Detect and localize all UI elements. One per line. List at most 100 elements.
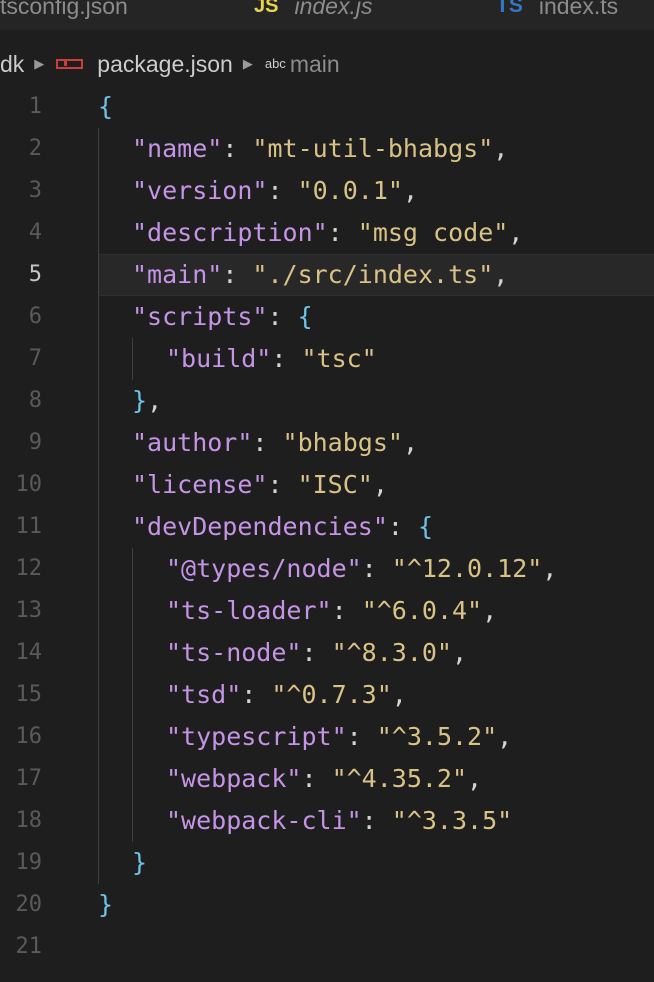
code-line[interactable]: 12 "@types/node": "^12.0.12", xyxy=(0,548,654,590)
code-token: { xyxy=(297,302,313,331)
code-text: "webpack": "^4.35.2", xyxy=(166,758,482,800)
code-editor[interactable]: 1{2 "name": "mt-util-bhabgs", 3 "version": … xyxy=(0,86,654,968)
code-line[interactable]: 15 "tsd": "^0.7.3", xyxy=(0,674,654,716)
code-token: , xyxy=(402,176,418,205)
code-token: "^4.35.2" xyxy=(331,764,468,793)
indent-guide xyxy=(98,464,99,506)
code-token: : xyxy=(252,428,283,457)
code-text: "description": "msg code", xyxy=(132,212,523,254)
indent-guide xyxy=(98,590,99,632)
line-number: 2 xyxy=(28,136,42,161)
code-token: "@types/node" xyxy=(166,554,362,583)
line-number: 8 xyxy=(28,388,42,413)
chevron-right-icon: ▶ xyxy=(34,56,45,71)
code-text: "main": "./src/index.ts", xyxy=(132,254,508,296)
code-line[interactable]: 20} xyxy=(0,884,654,926)
code-text: "@types/node": "^12.0.12", xyxy=(166,548,557,590)
code-token: "bhabgs" xyxy=(282,428,403,457)
line-number: 21 xyxy=(15,934,43,959)
code-token: "0.0.1" xyxy=(297,176,403,205)
code-line[interactable]: 17 "webpack": "^4.35.2", xyxy=(0,758,654,800)
code-line[interactable]: 9 "author": "bhabgs", xyxy=(0,422,654,464)
tab-index-ts[interactable]: TS index.ts xyxy=(496,0,618,24)
code-line[interactable]: 21 xyxy=(0,926,654,968)
code-text: "version": "0.0.1", xyxy=(132,170,418,212)
code-text: "ts-node": "^8.3.0", xyxy=(166,632,467,674)
code-token: , xyxy=(493,134,509,163)
code-token: { xyxy=(98,92,114,121)
line-number: 20 xyxy=(15,892,43,917)
code-token: : xyxy=(361,554,392,583)
indent-guide xyxy=(98,506,99,548)
code-line[interactable]: 6 "scripts": { xyxy=(0,296,654,338)
code-token: "typescript" xyxy=(166,722,347,751)
code-token: "devDependencies" xyxy=(132,512,388,541)
code-line[interactable]: 11 "devDependencies": { xyxy=(0,506,654,548)
code-text: }, xyxy=(132,380,162,422)
code-text: "scripts": { xyxy=(132,296,313,338)
code-token: : xyxy=(222,134,253,163)
indent-guide xyxy=(98,254,99,296)
indent-guide xyxy=(98,842,99,884)
code-text: "webpack-cli": "^3.3.5" xyxy=(166,800,512,842)
indent-guide xyxy=(98,800,99,842)
indent-guide xyxy=(132,758,133,800)
code-text: } xyxy=(132,842,147,884)
code-token: , xyxy=(147,386,163,415)
code-token: "main" xyxy=(132,260,223,289)
code-text: "license": "ISC", xyxy=(132,464,388,506)
code-token: , xyxy=(542,554,558,583)
code-text: { xyxy=(98,86,113,128)
code-line[interactable]: 13 "ts-loader": "^6.0.4", xyxy=(0,590,654,632)
code-line[interactable]: 16 "typescript": "^3.5.2", xyxy=(0,716,654,758)
code-line[interactable]: 10 "license": "ISC", xyxy=(0,464,654,506)
code-token: : xyxy=(387,512,418,541)
code-token: "description" xyxy=(132,218,328,247)
code-token: : xyxy=(346,722,377,751)
indent-guide xyxy=(98,338,99,380)
indent-guide xyxy=(98,758,99,800)
indent-guide xyxy=(98,548,99,590)
code-line[interactable]: 3 "version": "0.0.1", xyxy=(0,170,654,212)
code-line[interactable]: 7 "build": "tsc" xyxy=(0,338,654,380)
breadcrumb-symbol[interactable]: main xyxy=(290,51,340,78)
indent-guide xyxy=(98,674,99,716)
line-number: 9 xyxy=(28,430,42,455)
indent-guide xyxy=(98,296,99,338)
code-token: { xyxy=(417,512,434,541)
code-text: "build": "tsc" xyxy=(166,338,377,380)
code-line[interactable]: 18 "webpack-cli": "^3.3.5" xyxy=(0,800,654,842)
code-line[interactable]: 4 "description": "msg code", xyxy=(0,212,654,254)
code-line[interactable]: 5 "main": "./src/index.ts", xyxy=(0,254,654,296)
breadcrumb-file[interactable]: package.json xyxy=(97,51,233,78)
code-token: : xyxy=(301,638,332,667)
code-token: "mt-util-bhabgs" xyxy=(252,134,494,163)
tab-tsconfig[interactable]: tsconfig.json xyxy=(0,0,128,24)
code-line[interactable]: 19} xyxy=(0,842,654,884)
line-number: 13 xyxy=(15,598,43,623)
code-token: , xyxy=(508,218,524,247)
tab-label: index.ts xyxy=(538,0,619,19)
code-line[interactable]: 2 "name": "mt-util-bhabgs", xyxy=(0,128,654,170)
string-symbol-icon: abc xyxy=(264,55,286,71)
ts-icon: TS xyxy=(496,0,523,17)
indent-guide xyxy=(132,548,133,590)
line-number: 14 xyxy=(15,640,43,665)
tab-bar: tsconfig.json JS index.js TS index.ts xyxy=(0,0,654,30)
breadcrumb: dk ▶ package.json ▶ abc main xyxy=(0,44,654,84)
tab-index-js[interactable]: JS index.js xyxy=(254,0,372,24)
chevron-right-icon: ▶ xyxy=(242,56,253,71)
indent-guide xyxy=(132,674,133,716)
code-line[interactable]: 1{ xyxy=(0,86,654,128)
code-token: "license" xyxy=(132,470,268,499)
line-number: 5 xyxy=(28,262,42,287)
line-number: 17 xyxy=(15,766,43,791)
line-number: 12 xyxy=(15,556,43,581)
line-number: 3 xyxy=(28,178,42,203)
code-text: "typescript": "^3.5.2", xyxy=(166,716,512,758)
code-line[interactable]: 8}, xyxy=(0,380,654,422)
code-token: , xyxy=(402,428,419,457)
code-line[interactable]: 14 "ts-node": "^8.3.0", xyxy=(0,632,654,674)
breadcrumb-folder[interactable]: dk xyxy=(0,51,24,78)
code-token: , xyxy=(493,260,509,289)
